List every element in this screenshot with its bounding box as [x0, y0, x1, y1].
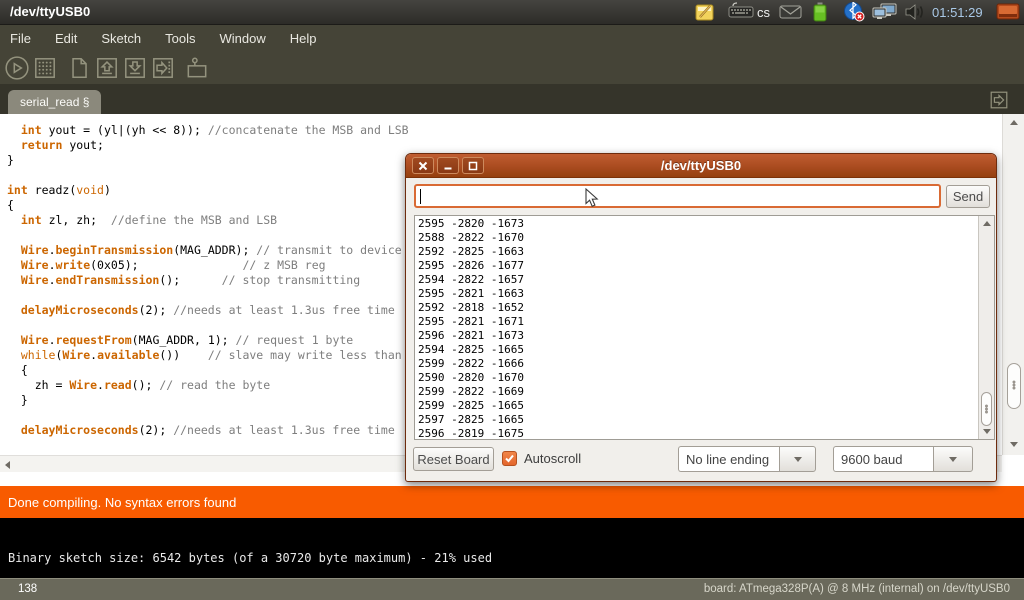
- upload-button[interactable]: [149, 54, 176, 81]
- menu-help[interactable]: Help: [290, 31, 317, 46]
- scroll-down-arrow-icon[interactable]: [1010, 442, 1018, 447]
- battery-icon[interactable]: [813, 2, 827, 22]
- baud-dropdown-button[interactable]: [933, 446, 973, 472]
- maximize-icon: [468, 161, 478, 171]
- serial-window-titlebar[interactable]: /dev/ttyUSB0: [406, 154, 996, 178]
- verify-button[interactable]: [3, 54, 30, 81]
- autoscroll-label: Autoscroll: [524, 451, 581, 466]
- send-button-label: Send: [953, 189, 983, 204]
- menu-window[interactable]: Window: [219, 31, 265, 46]
- mail-icon[interactable]: [779, 2, 802, 22]
- reset-board-label: Reset Board: [417, 452, 489, 467]
- clock-text: 01:51:29: [932, 5, 983, 20]
- verify-icon: [4, 55, 30, 81]
- stop-icon: [32, 55, 58, 81]
- window-title: /dev/ttyUSB0: [10, 4, 90, 19]
- open-icon: [94, 55, 120, 81]
- save-icon: [122, 55, 148, 81]
- serial-monitor-icon: [184, 55, 210, 81]
- upload-icon: [150, 55, 176, 81]
- keyboard-layout-label: cs: [757, 5, 770, 20]
- serial-scroll-up-icon[interactable]: [983, 221, 991, 226]
- line-ending-select[interactable]: No line ending: [678, 446, 816, 472]
- line-number: 138: [18, 583, 37, 595]
- code-text[interactable]: int yout = (yl|(yh << 8)); //concatenate…: [7, 123, 409, 438]
- serial-scrollbar-thumb[interactable]: ●●●: [981, 392, 992, 426]
- note-icon[interactable]: [694, 2, 716, 22]
- baud-rate-value: 9600 baud: [833, 446, 933, 472]
- new-sketch-button[interactable]: [65, 54, 92, 81]
- screen: /dev/ttyUSB0 cs: [0, 0, 1024, 600]
- close-icon: [418, 161, 428, 171]
- serial-monitor-window: /dev/ttyUSB0 Send 2595 -2820 -1673 2588 …: [405, 153, 997, 482]
- serial-scroll-down-icon[interactable]: [983, 429, 991, 434]
- tab-label: serial_read §: [20, 95, 89, 109]
- power-icon[interactable]: [996, 2, 1020, 22]
- console-output: Binary sketch size: 6542 bytes (of a 307…: [8, 551, 492, 565]
- reset-board-button[interactable]: Reset Board: [413, 447, 494, 471]
- serial-monitor-button[interactable]: [183, 54, 210, 81]
- menu-file[interactable]: File: [10, 31, 31, 46]
- serial-output-area[interactable]: 2595 -2820 -1673 2588 -2822 -1670 2592 -…: [414, 215, 995, 440]
- serial-input-field[interactable]: [414, 184, 941, 208]
- save-button[interactable]: [121, 54, 148, 81]
- board-info: board: ATmega328P(A) @ 8 MHz (internal) …: [704, 583, 1010, 595]
- footer-status-bar: 138 board: ATmega328P(A) @ 8 MHz (intern…: [0, 578, 1024, 600]
- tab-menu-button[interactable]: [988, 89, 1010, 111]
- text-caret: [420, 189, 421, 204]
- tab-bar: serial_read §: [0, 84, 1024, 114]
- send-button[interactable]: Send: [946, 185, 990, 208]
- open-button[interactable]: [93, 54, 120, 81]
- keyboard-icon: [728, 2, 754, 23]
- network-icon[interactable]: [872, 2, 898, 22]
- mouse-cursor: [585, 188, 599, 208]
- menu-sketch[interactable]: Sketch: [101, 31, 141, 46]
- status-bar: Done compiling. No syntax errors found: [0, 486, 1024, 518]
- stop-button[interactable]: [31, 54, 58, 81]
- tab-serial-read[interactable]: serial_read §: [8, 90, 101, 114]
- line-ending-dropdown-button[interactable]: [779, 446, 816, 472]
- serial-window-title: /dev/ttyUSB0: [406, 154, 996, 178]
- scroll-left-arrow-icon[interactable]: [5, 461, 10, 469]
- status-message: Done compiling. No syntax errors found: [8, 495, 236, 510]
- keyboard-indicator[interactable]: cs: [728, 2, 770, 22]
- minimize-icon: [443, 161, 453, 171]
- menu-edit[interactable]: Edit: [55, 31, 77, 46]
- line-ending-value: No line ending: [678, 446, 779, 472]
- check-icon: [504, 453, 515, 464]
- tab-arrow-icon: [988, 89, 1010, 111]
- top-panel: /dev/ttyUSB0 cs: [0, 0, 1024, 25]
- serial-output-text: 2595 -2820 -1673 2588 -2822 -1670 2592 -…: [418, 217, 524, 441]
- maximize-button[interactable]: [462, 157, 484, 174]
- chevron-down-icon: [794, 457, 802, 462]
- menu-tools[interactable]: Tools: [165, 31, 195, 46]
- autoscroll-checkbox[interactable]: [502, 451, 517, 466]
- editor-scrollbar-thumb[interactable]: ●●●: [1007, 363, 1021, 409]
- new-sketch-icon: [66, 55, 92, 81]
- clock[interactable]: 01:51:29: [932, 2, 983, 22]
- serial-scrollbar[interactable]: ●●●: [978, 216, 994, 439]
- minimize-button[interactable]: [437, 157, 459, 174]
- menu-bar: File Edit Sketch Tools Window Help: [0, 25, 1024, 51]
- scroll-up-arrow-icon[interactable]: [1010, 120, 1018, 125]
- bluetooth-icon[interactable]: [843, 2, 865, 22]
- volume-icon[interactable]: [905, 2, 925, 22]
- console: Binary sketch size: 6542 bytes (of a 307…: [0, 518, 1024, 578]
- editor-vertical-scrollbar[interactable]: ●●●: [1002, 114, 1024, 455]
- baud-rate-select[interactable]: 9600 baud: [833, 446, 973, 472]
- chevron-down-icon: [949, 457, 957, 462]
- close-button[interactable]: [412, 157, 434, 174]
- toolbar: [0, 51, 1024, 84]
